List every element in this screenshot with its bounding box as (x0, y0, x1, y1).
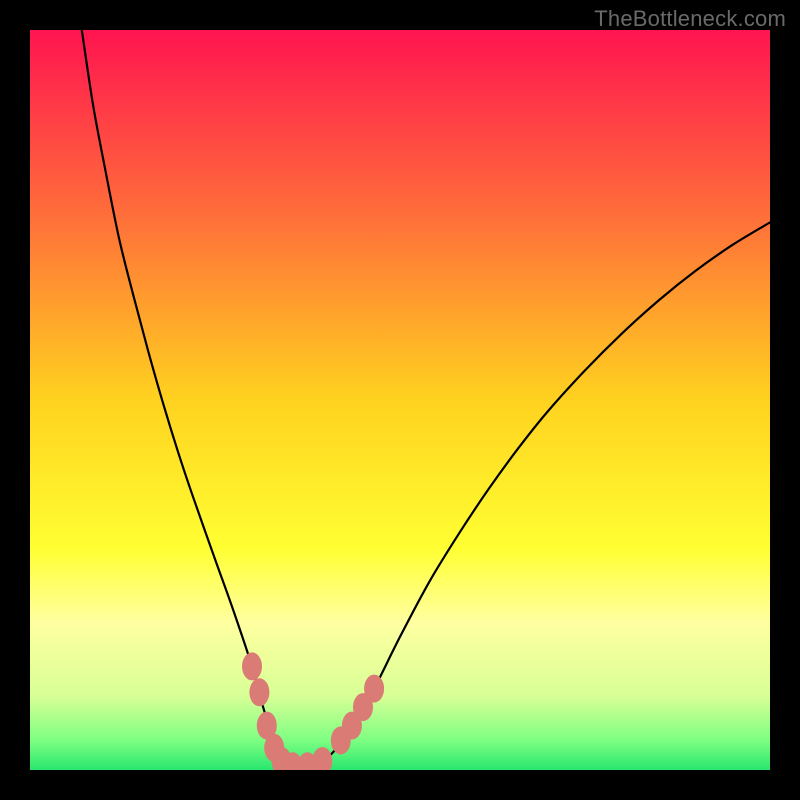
chart-container: TheBottleneck.com (0, 0, 800, 800)
chart-svg (30, 30, 770, 770)
marker-point (249, 678, 269, 706)
marker-point (364, 675, 384, 703)
gradient-background (30, 30, 770, 770)
watermark-label: TheBottleneck.com (594, 6, 786, 32)
marker-point (242, 652, 262, 680)
plot-area (30, 30, 770, 770)
